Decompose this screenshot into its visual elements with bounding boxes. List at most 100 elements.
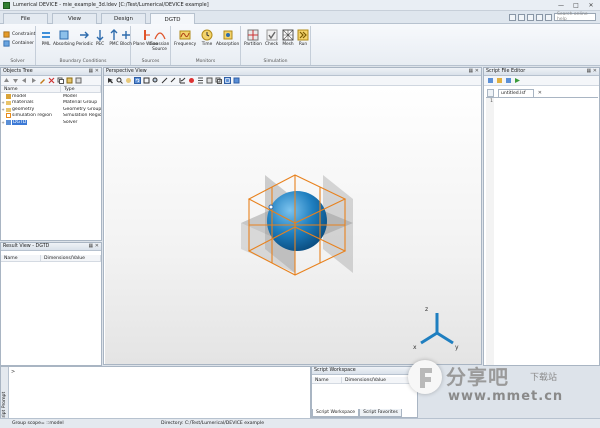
plot-icon[interactable] <box>179 77 186 84</box>
undo-icon[interactable] <box>536 13 543 21</box>
arrow-right-icon[interactable] <box>30 77 37 84</box>
run-button[interactable]: Run <box>297 29 309 47</box>
pin-icon[interactable]: ▦ ✕ <box>88 68 99 74</box>
column-header-dimensions[interactable]: Dimensions/Value <box>41 255 101 261</box>
pmc-button[interactable]: PMC <box>108 29 120 47</box>
3d-viewport[interactable]: z x y <box>105 87 481 364</box>
pin-icon[interactable]: ▦ ✕ <box>88 243 99 249</box>
tree-row-geometry[interactable]: + geometry Geometry Group <box>1 106 101 113</box>
line-gutter: 1 <box>486 98 494 365</box>
mesh-button[interactable]: Mesh <box>282 29 294 47</box>
periodic-button[interactable]: Periodic <box>76 29 93 47</box>
partition-button[interactable]: Partition <box>244 29 262 47</box>
time-label: Time <box>201 42 213 47</box>
view-2d-icon[interactable] <box>206 77 213 84</box>
save-icon[interactable] <box>509 13 516 21</box>
run-script-icon[interactable] <box>514 77 521 84</box>
tab-design[interactable]: Design <box>101 13 146 24</box>
script-workspace-title: Script Workspace <box>312 367 417 375</box>
tab-view[interactable]: View <box>52 13 97 24</box>
new-document-tab-icon[interactable] <box>487 89 494 97</box>
expander[interactable]: + <box>1 120 5 125</box>
constraint-button[interactable]: Constraint <box>3 31 35 38</box>
arrow-up-icon[interactable] <box>3 77 10 84</box>
gaussian-source-button[interactable]: Gaussian Source <box>149 29 170 52</box>
script-text-area[interactable]: 1 <box>486 97 598 365</box>
frequency-button[interactable]: Frequency <box>174 29 196 47</box>
container-button[interactable]: Container <box>3 40 34 47</box>
group-label-simulation: Simulation <box>263 59 288 64</box>
periodic-label: Periodic <box>76 42 93 47</box>
result-view-header: Name Dimensions/Value <box>1 255 101 262</box>
absorption-button[interactable]: Absorption <box>216 29 239 47</box>
open-file-icon[interactable] <box>496 77 503 84</box>
column-header-name[interactable]: Name <box>1 255 41 261</box>
column-header-name[interactable]: Name <box>1 86 61 92</box>
pml-label: PML <box>41 42 51 47</box>
minimize-icon[interactable]: — <box>554 1 568 9</box>
result-view-title-text: Result View - DGTD <box>3 244 50 249</box>
tree-row-dgtd[interactable]: + DGTD Solver <box>1 119 101 126</box>
arrow-left-icon[interactable] <box>21 77 28 84</box>
column-header-name[interactable]: Name <box>312 377 342 383</box>
column-header-type[interactable]: Type <box>61 86 101 92</box>
group-boundary-conditions: PML Absorbing Periodic PEC PMC Bloch Bou… <box>36 26 132 65</box>
check-button[interactable]: Check <box>265 29 278 47</box>
layout-icon[interactable] <box>233 77 240 84</box>
new-icon[interactable] <box>527 13 534 21</box>
run-icon <box>297 29 309 41</box>
source-marker[interactable] <box>268 204 274 210</box>
tab-script-workspace[interactable]: Script Workspace <box>312 409 360 417</box>
absorbing-button[interactable]: Absorbing <box>53 29 75 47</box>
close-icon[interactable]: ✕ <box>584 1 598 9</box>
pin-icon[interactable]: ▦ ✕ <box>586 68 597 74</box>
expander[interactable]: + <box>1 107 5 112</box>
time-button[interactable]: Time <box>201 29 213 47</box>
column-header-dimensions[interactable]: Dimensions/Value <box>342 377 417 383</box>
group-icon[interactable] <box>66 77 73 84</box>
tree-row-simulation-region[interactable]: simulation region Simulation Region <box>1 113 101 120</box>
pin-icon[interactable]: ▦ ✕ <box>468 68 479 74</box>
pan-icon[interactable] <box>125 77 132 84</box>
tree-row-type: Simulation Region <box>63 113 101 119</box>
file-tab[interactable]: untitled.lsf ✕ <box>498 89 542 97</box>
sphere[interactable] <box>267 191 327 251</box>
maximize-icon[interactable]: □ <box>569 1 583 9</box>
search-input[interactable]: Search online help <box>554 12 596 22</box>
absorption-label: Absorption <box>216 42 240 47</box>
new-file-icon[interactable] <box>487 77 494 84</box>
expander[interactable]: + <box>1 100 5 105</box>
highlight-icon[interactable] <box>188 77 195 84</box>
tab-file[interactable]: File <box>3 13 48 24</box>
grid-icon[interactable] <box>197 77 204 84</box>
tree-row-materials[interactable]: + materials Material Group <box>1 100 101 107</box>
partition-label: Partition <box>244 42 262 47</box>
rotate-icon[interactable] <box>134 77 141 84</box>
view-3d-icon[interactable] <box>215 77 222 84</box>
tab-script-favorites[interactable]: Script Favorites <box>359 409 402 417</box>
arrow-down-icon[interactable] <box>12 77 19 84</box>
ruler-icon[interactable] <box>170 77 177 84</box>
script-prompt-input[interactable]: > <box>11 369 15 375</box>
help-icon[interactable] <box>545 13 552 21</box>
copy-icon[interactable] <box>57 77 64 84</box>
zoom-extent-icon[interactable] <box>143 77 150 84</box>
save-file-icon[interactable] <box>505 77 512 84</box>
zoom-icon[interactable] <box>116 77 123 84</box>
pml-button[interactable]: PML <box>40 29 52 47</box>
perspective-mode-icon[interactable] <box>224 77 231 84</box>
pec-button[interactable]: PEC <box>94 29 106 47</box>
select-icon[interactable] <box>107 77 114 84</box>
delete-icon[interactable] <box>48 77 55 84</box>
close-tab-icon[interactable]: ✕ <box>538 90 542 96</box>
zoom-region-icon[interactable] <box>152 77 159 84</box>
edit-icon[interactable] <box>39 77 46 84</box>
paste-icon[interactable] <box>75 77 82 84</box>
container-icon <box>3 40 10 47</box>
tree-row-model[interactable]: model Model <box>1 93 101 100</box>
open-icon[interactable] <box>518 13 525 21</box>
watermark-logo-icon <box>408 360 442 394</box>
window-controls: — □ ✕ <box>554 1 598 9</box>
measure-icon[interactable] <box>161 77 168 84</box>
container-label: Container <box>12 41 34 46</box>
